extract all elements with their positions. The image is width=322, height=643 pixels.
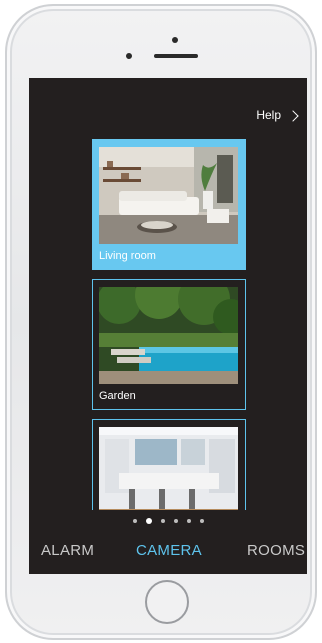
help-label: Help xyxy=(256,108,281,122)
page-dot[interactable] xyxy=(199,519,204,523)
earpiece-speaker xyxy=(154,54,198,58)
sensor-dot xyxy=(126,53,132,59)
room-card-living-room[interactable]: Living room xyxy=(92,139,246,270)
help-link[interactable]: Help xyxy=(256,108,299,122)
page-dot[interactable] xyxy=(160,519,165,523)
page-dot[interactable] xyxy=(132,519,137,523)
home-button[interactable] xyxy=(145,580,189,624)
garden-photo xyxy=(99,287,238,384)
room-card-garden[interactable]: Garden xyxy=(92,279,246,410)
front-camera xyxy=(172,37,178,43)
page-dot[interactable] xyxy=(186,519,191,523)
app-screen: Help Living room Garden ALARM CAMERA ROO… xyxy=(29,78,307,574)
room-card-label: Garden xyxy=(99,390,136,402)
tab-rooms[interactable]: ROOMS xyxy=(247,542,305,559)
living-room-photo xyxy=(99,147,238,244)
page-dot[interactable] xyxy=(173,519,178,523)
tab-camera[interactable]: CAMERA xyxy=(136,542,202,559)
tab-alarm[interactable]: ALARM xyxy=(41,542,94,559)
room-card-list: Living room Garden xyxy=(92,139,246,559)
room-card-label: Living room xyxy=(99,250,156,262)
bottom-tab-bar: ALARM CAMERA ROOMS xyxy=(29,510,307,574)
chevron-right-icon xyxy=(287,109,299,122)
page-indicator xyxy=(29,518,307,524)
page-dot-active[interactable] xyxy=(145,518,152,524)
